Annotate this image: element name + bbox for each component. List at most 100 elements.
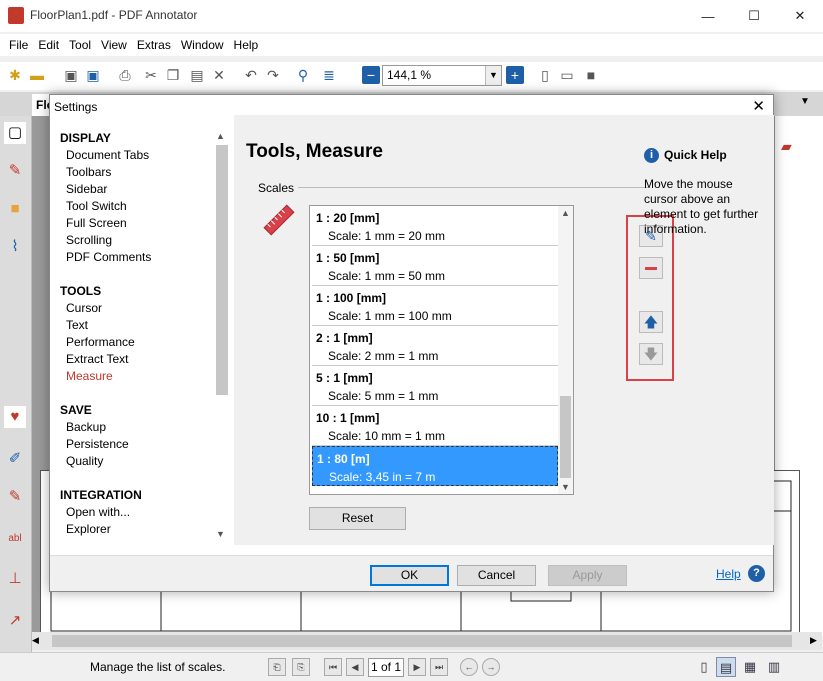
list-item[interactable]: 1 : 20 [mm] Scale: 1 mm = 20 mm xyxy=(312,206,558,246)
continuous-view-icon[interactable]: ▤ xyxy=(716,657,736,677)
marker-tool-icon[interactable]: ✐ xyxy=(4,448,26,470)
nav-item-tool-switch[interactable]: Tool Switch xyxy=(66,199,127,213)
nav-item-full-screen[interactable]: Full Screen xyxy=(66,216,127,230)
menu-edit[interactable]: Edit xyxy=(33,38,64,52)
single-page-view-icon[interactable]: ▯ xyxy=(694,657,714,677)
nav-forward-page-icon[interactable]: ⎘ xyxy=(292,658,310,676)
full-screen-icon[interactable]: ■ xyxy=(582,66,600,84)
print-icon[interactable]: ⎙ xyxy=(116,66,134,84)
list-scrollbar[interactable]: ▲ ▼ xyxy=(558,206,573,494)
nav-item-cursor[interactable]: Cursor xyxy=(66,301,102,315)
open-folder-icon[interactable]: ▬ xyxy=(28,66,46,84)
list-item-selected[interactable]: 1 : 80 [m] Scale: 3,45 in = 7 m xyxy=(312,446,558,486)
cursor-tool-icon[interactable]: ▢ xyxy=(4,122,26,144)
apply-button[interactable]: Apply xyxy=(548,565,627,586)
two-page-view-icon[interactable]: ▦ xyxy=(740,657,760,677)
help-icon[interactable]: ? xyxy=(748,565,765,582)
redo-icon[interactable]: ↷ xyxy=(264,66,282,84)
note-tool-icon[interactable]: ■ xyxy=(4,198,26,220)
scroll-up-icon[interactable]: ▲ xyxy=(561,208,570,218)
nav-item-quality[interactable]: Quality xyxy=(66,454,103,468)
list-item[interactable]: 1 : 50 [mm] Scale: 1 mm = 50 mm xyxy=(312,246,558,286)
menu-window[interactable]: Window xyxy=(176,38,229,52)
fit-page-icon[interactable]: ▯ xyxy=(536,66,554,84)
history-back-icon[interactable]: ← xyxy=(460,658,478,676)
save-as-icon[interactable]: ▣ xyxy=(84,66,102,84)
scroll-right-icon[interactable]: ▶ xyxy=(810,635,817,646)
previous-page-icon[interactable]: ◀ xyxy=(346,658,364,676)
paste-icon[interactable]: ▤ xyxy=(188,66,206,84)
nav-item-persistence[interactable]: Persistence xyxy=(66,437,129,451)
save-icon[interactable]: ▣ xyxy=(62,66,80,84)
zoom-in-icon[interactable]: + xyxy=(506,66,524,84)
two-page-continuous-view-icon[interactable]: ▥ xyxy=(764,657,784,677)
zoom-select[interactable]: 144,1 % ▼ xyxy=(382,65,502,86)
help-link[interactable]: Help xyxy=(716,567,741,581)
nav-scrollbar[interactable]: ▲ ▼ xyxy=(214,131,228,541)
nav-item-document-tabs[interactable]: Document Tabs xyxy=(66,148,149,162)
nav-item-explorer[interactable]: Explorer xyxy=(66,522,111,536)
menu-view[interactable]: View xyxy=(96,38,132,52)
close-window-button[interactable]: ✕ xyxy=(777,0,823,32)
scroll-left-icon[interactable]: ◀ xyxy=(32,635,39,646)
move-up-button[interactable]: 🡅 xyxy=(639,311,663,333)
next-page-icon[interactable]: ▶ xyxy=(408,658,426,676)
scroll-thumb[interactable] xyxy=(52,635,792,647)
last-page-icon[interactable]: ⏭ xyxy=(430,658,448,676)
nav-item-backup[interactable]: Backup xyxy=(66,420,106,434)
nav-item-measure[interactable]: Measure xyxy=(66,369,113,383)
scroll-up-icon[interactable]: ▲ xyxy=(216,131,225,141)
list-item[interactable]: 10 : 1 [mm] Scale: 10 mm = 1 mm xyxy=(312,406,558,446)
nav-back-page-icon[interactable]: ⎗ xyxy=(268,658,286,676)
reset-button[interactable]: Reset xyxy=(309,507,406,530)
scroll-down-icon[interactable]: ▼ xyxy=(561,482,570,492)
maximize-button[interactable]: ☐ xyxy=(731,0,777,32)
nav-item-text[interactable]: Text xyxy=(66,318,88,332)
remove-scale-button[interactable] xyxy=(639,257,663,279)
nav-item-performance[interactable]: Performance xyxy=(66,335,135,349)
menu-extras[interactable]: Extras xyxy=(132,38,176,52)
cut-icon[interactable]: ✂ xyxy=(142,66,160,84)
stamp-icon[interactable]: ⊥ xyxy=(4,568,26,590)
horizontal-scrollbar[interactable]: ◀ ▶ xyxy=(32,632,822,650)
text-box-icon[interactable]: abl xyxy=(4,528,26,550)
new-icon[interactable]: ✱ xyxy=(6,66,24,84)
first-page-icon[interactable]: ⏮ xyxy=(324,658,342,676)
pen-tool-icon[interactable]: ✎ xyxy=(4,160,26,182)
find-text-icon[interactable]: ≣ xyxy=(320,66,338,84)
attachment-icon[interactable]: ⌇ xyxy=(4,236,26,258)
minimize-button[interactable]: — xyxy=(685,0,731,32)
move-down-button[interactable]: 🡇 xyxy=(639,343,663,365)
menu-file[interactable]: File xyxy=(4,38,33,52)
history-forward-icon[interactable]: → xyxy=(482,658,500,676)
ok-button[interactable]: OK xyxy=(370,565,449,586)
list-scroll-thumb[interactable] xyxy=(560,396,571,478)
zoom-out-icon[interactable]: − xyxy=(362,66,380,84)
nav-item-open-with[interactable]: Open with... xyxy=(66,505,130,519)
menu-help[interactable]: Help xyxy=(229,38,264,52)
list-item[interactable]: 5 : 1 [mm] Scale: 5 mm = 1 mm xyxy=(312,366,558,406)
find-icon[interactable]: ⚲ xyxy=(294,66,312,84)
favorites-heart-icon[interactable]: ♥ xyxy=(4,406,26,428)
nav-item-scrolling[interactable]: Scrolling xyxy=(66,233,112,247)
nav-item-sidebar[interactable]: Sidebar xyxy=(66,182,107,196)
nav-item-toolbars[interactable]: Toolbars xyxy=(66,165,111,179)
nav-item-extract-text[interactable]: Extract Text xyxy=(66,352,128,366)
arrow-tool-icon[interactable]: ↗ xyxy=(4,610,26,632)
nav-scroll-thumb[interactable] xyxy=(216,145,228,395)
highlighter-icon[interactable]: ✎ xyxy=(4,486,26,508)
list-item[interactable]: 1 : 100 [mm] Scale: 1 mm = 100 mm xyxy=(312,286,558,326)
fit-width-icon[interactable]: ▭ xyxy=(558,66,576,84)
page-number-field[interactable]: 1 of 1 xyxy=(368,658,404,677)
chevron-down-icon[interactable]: ▼ xyxy=(485,66,501,85)
undo-icon[interactable]: ↶ xyxy=(242,66,260,84)
menu-tool[interactable]: Tool xyxy=(64,38,96,52)
copy-icon[interactable]: ❐ xyxy=(164,66,182,84)
scroll-down-icon[interactable]: ▼ xyxy=(216,529,225,539)
close-icon[interactable]: ✕ xyxy=(752,97,765,115)
cancel-button[interactable]: Cancel xyxy=(457,565,536,586)
tab-list-icon[interactable]: ▼ xyxy=(800,96,810,107)
nav-item-pdf-comments[interactable]: PDF Comments xyxy=(66,250,151,264)
delete-icon[interactable]: ✕ xyxy=(210,66,228,84)
list-item[interactable]: 2 : 1 [mm] Scale: 2 mm = 1 mm xyxy=(312,326,558,366)
